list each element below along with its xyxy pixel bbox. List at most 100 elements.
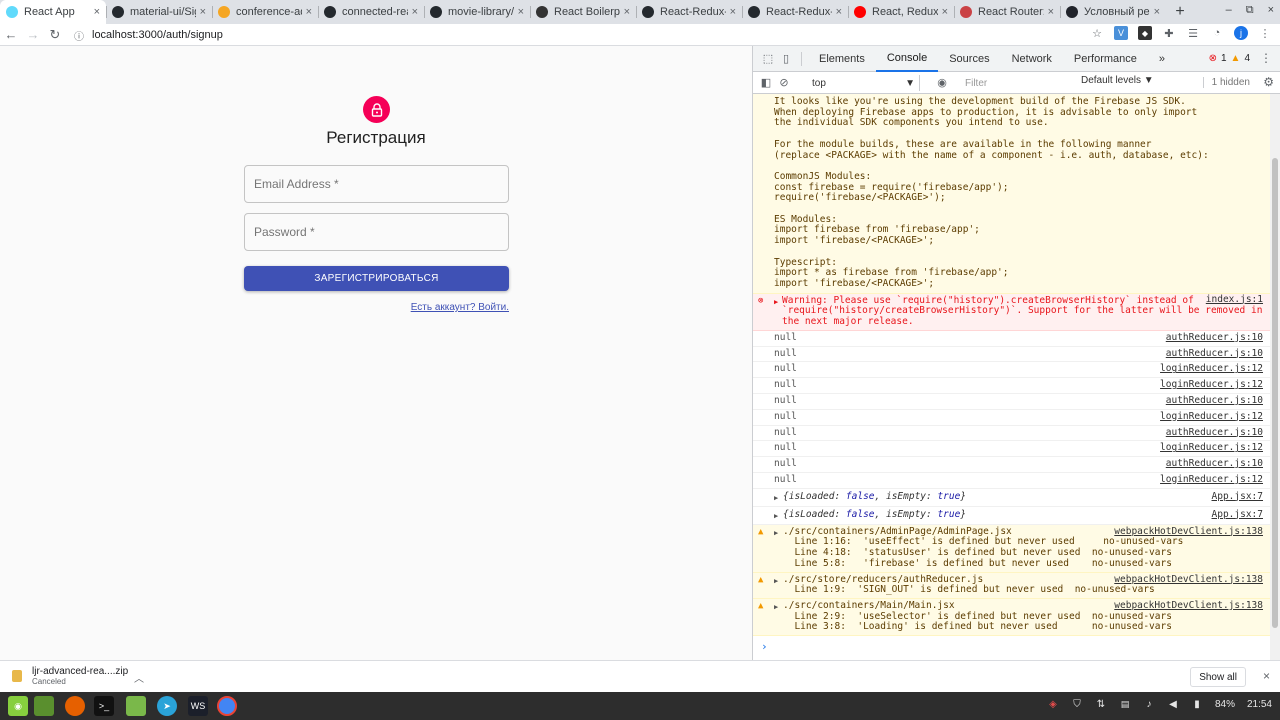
source-link[interactable]: authReducer.js:10 (1166, 427, 1263, 439)
new-tab-button[interactable]: + (1166, 0, 1194, 24)
signin-link[interactable]: Есть аккаунт? Войти. (0, 302, 509, 313)
close-tab-icon[interactable]: × (624, 6, 630, 18)
chevron-up-icon[interactable]: ︿ (134, 670, 144, 685)
reload-icon[interactable]: ↻ (44, 27, 66, 43)
browser-tab[interactable]: React, Redux & F × (848, 0, 954, 24)
tab-network[interactable]: Network (1001, 46, 1063, 72)
shield-icon[interactable]: ⛉ (1071, 698, 1083, 710)
site-info-icon[interactable]: ⓘ (74, 28, 84, 43)
console-object-row[interactable]: ▶ {isLoaded: false, isEmpty: true} App.jsx… (753, 507, 1271, 525)
browser-tab[interactable]: React App × (0, 0, 106, 24)
source-link[interactable]: authReducer.js:10 (1166, 332, 1263, 344)
eye-icon[interactable]: ◉ (933, 76, 951, 89)
terminal-icon[interactable]: >_ (94, 696, 114, 716)
webstorm-icon[interactable]: WS (188, 696, 208, 716)
extension-icon[interactable]: ◔ (1210, 26, 1224, 40)
close-tab-icon[interactable]: × (730, 6, 736, 18)
music-icon[interactable]: ♪ (1143, 698, 1155, 710)
close-tab-icon[interactable]: × (412, 6, 418, 18)
tab-performance[interactable]: Performance (1063, 46, 1148, 72)
clock[interactable]: 21:54 (1247, 699, 1272, 710)
close-tab-icon[interactable]: × (836, 6, 842, 18)
source-link[interactable]: index.js:1 (1205, 294, 1263, 306)
browser-tab[interactable]: React-Redux-Fir × (742, 0, 848, 24)
close-tab-icon[interactable]: × (518, 6, 524, 18)
close-tab-icon[interactable]: × (942, 6, 948, 18)
expand-triangle-icon[interactable]: ▶ (774, 528, 778, 539)
keyboard-layout-flag-icon[interactable]: ▤ (1119, 698, 1131, 710)
console-object-row[interactable]: ▶ {isLoaded: false, isEmpty: true} App.jsx… (753, 489, 1271, 507)
source-link[interactable]: authReducer.js:10 (1166, 458, 1263, 470)
source-link[interactable]: loginReducer.js:12 (1160, 411, 1263, 423)
tab-console[interactable]: Console (875, 46, 939, 72)
back-icon[interactable]: ← (0, 27, 22, 42)
close-tab-icon[interactable]: × (200, 6, 206, 18)
close-tab-icon[interactable]: × (1154, 6, 1160, 18)
sidebar-toggle-icon[interactable]: ◧ (757, 76, 775, 89)
chrome-icon[interactable] (217, 696, 237, 716)
source-link[interactable]: loginReducer.js:12 (1160, 443, 1263, 454)
tab-elements[interactable]: Elements (808, 46, 876, 72)
console-filter-input[interactable]: Filter (961, 75, 1071, 91)
device-toggle-icon[interactable]: ▯ (777, 52, 795, 65)
console-output[interactable]: It looks like you're using the developme… (753, 94, 1271, 660)
files-icon[interactable] (126, 696, 146, 716)
bookmark-star-icon[interactable]: ☆ (1090, 26, 1104, 40)
volume-icon[interactable]: ◀ (1167, 698, 1179, 710)
media-queue-icon[interactable]: ☰ (1186, 26, 1200, 40)
extension-icon[interactable]: V (1114, 26, 1128, 40)
battery-icon[interactable]: ▮ (1191, 698, 1203, 710)
more-tabs-button[interactable]: » (1148, 46, 1176, 72)
source-link[interactable]: loginReducer.js:12 (1160, 379, 1263, 391)
password-field[interactable]: Password * (244, 213, 509, 251)
browser-tab[interactable]: material-ui/Sign × (106, 0, 212, 24)
firefox-icon[interactable] (65, 696, 85, 716)
profile-avatar[interactable]: j (1234, 26, 1248, 40)
show-all-button[interactable]: Show all (1190, 667, 1246, 687)
email-field[interactable]: Email Address * (244, 165, 509, 203)
inspect-element-icon[interactable]: ⬚ (759, 52, 777, 65)
issue-counts[interactable]: ⊗ 1 ▲ 4 (1209, 53, 1250, 64)
source-link[interactable]: App.jsx:7 (1212, 509, 1263, 521)
clear-console-icon[interactable]: ⊘ (775, 76, 793, 89)
source-link[interactable]: authReducer.js:10 (1166, 348, 1263, 360)
close-window-button[interactable]: × (1268, 4, 1274, 17)
expand-triangle-icon[interactable]: ▶ (774, 576, 778, 587)
browser-tab[interactable]: Условный ренде × (1060, 0, 1166, 24)
source-link[interactable]: App.jsx:7 (1212, 491, 1263, 503)
maximize-button[interactable]: ⧉ (1246, 4, 1254, 17)
menu-dots-icon[interactable]: ⋮ (1258, 26, 1272, 40)
browser-tab[interactable]: connected-react × (318, 0, 424, 24)
source-link[interactable]: authReducer.js:10 (1166, 395, 1263, 407)
close-tab-icon[interactable]: × (306, 6, 312, 18)
browser-tab[interactable]: movie-library/ap × (424, 0, 530, 24)
console-scrollbar[interactable] (1270, 94, 1280, 660)
source-link[interactable]: webpackHotDevClient.js:138 (1114, 574, 1263, 586)
telegram-icon[interactable]: ➤ (157, 696, 177, 716)
address-bar[interactable]: ⓘ localhost:3000/auth/signup (74, 24, 223, 46)
close-icon[interactable]: × (1263, 669, 1270, 683)
minimize-button[interactable]: – (1226, 4, 1232, 17)
tab-sources[interactable]: Sources (938, 46, 1000, 72)
expand-triangle-icon[interactable]: ▶ (774, 511, 778, 522)
browser-tab[interactable]: conference-adm × (212, 0, 318, 24)
expand-triangle-icon[interactable]: ▶ (774, 602, 778, 613)
download-item[interactable]: ljr-advanced-rea....zip Canceled (12, 666, 128, 686)
gear-icon[interactable]: ⚙ (1263, 75, 1274, 89)
forward-icon[interactable]: → (22, 27, 44, 42)
start-menu-icon[interactable]: ◉ (8, 696, 28, 716)
browser-tab[interactable]: React-Redux-Fir × (636, 0, 742, 24)
desktop-icon[interactable] (34, 696, 54, 716)
source-link[interactable]: webpackHotDevClient.js:138 (1114, 600, 1263, 612)
network-icon[interactable]: ⇅ (1095, 698, 1107, 710)
close-tab-icon[interactable]: × (1048, 6, 1054, 18)
source-link[interactable]: loginReducer.js:12 (1160, 364, 1263, 375)
devtools-menu-icon[interactable]: ⋮ (1260, 51, 1272, 65)
scrollbar-thumb[interactable] (1272, 158, 1278, 628)
source-link[interactable]: loginReducer.js:12 (1160, 474, 1263, 486)
browser-tab[interactable]: React Boilerplat × (530, 0, 636, 24)
log-levels-dropdown[interactable]: Default levels ▼ (1081, 75, 1154, 86)
console-prompt[interactable]: › (753, 636, 1271, 657)
expand-triangle-icon[interactable]: ▶ (774, 297, 778, 308)
extension-icon[interactable]: ◆ (1138, 26, 1152, 40)
